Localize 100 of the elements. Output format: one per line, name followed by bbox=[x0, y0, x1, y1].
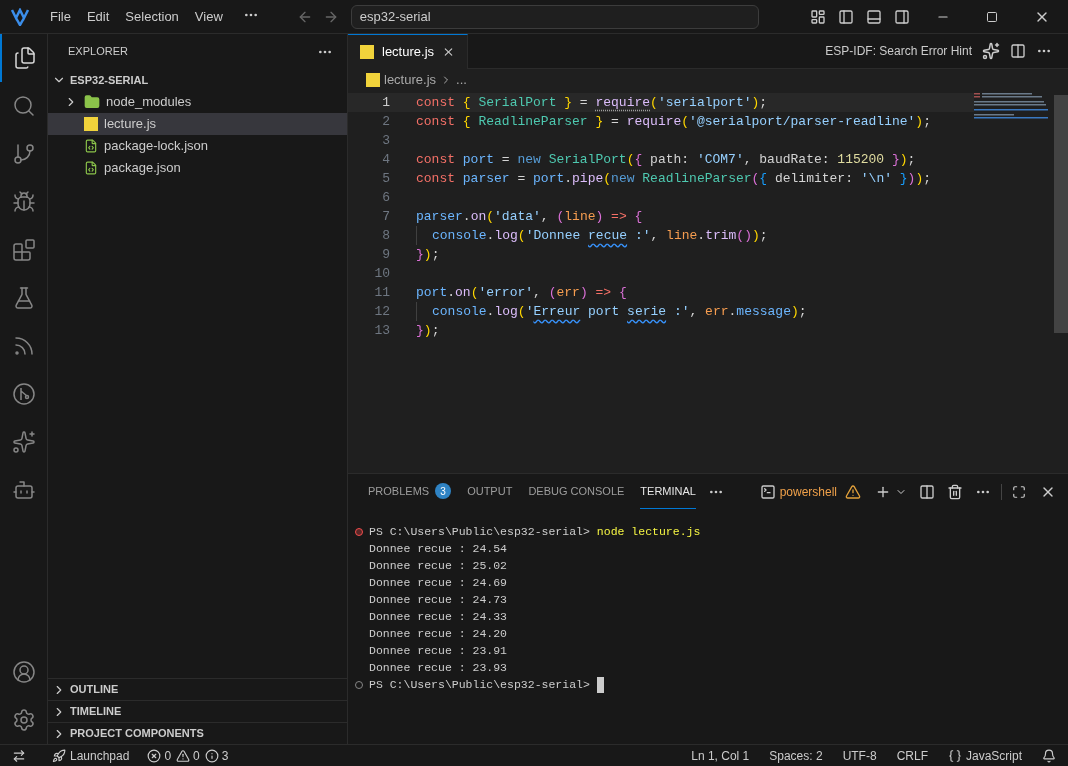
info-icon bbox=[204, 748, 219, 763]
warning-icon bbox=[176, 748, 191, 763]
code-line: const { SerialPort } = require('serialport'); bbox=[416, 94, 768, 112]
sidebar-toggle-icon[interactable] bbox=[838, 8, 854, 25]
line-number: 5 bbox=[381, 170, 390, 188]
code-line: const { ReadlineParser } = require('@serialport/parser-readline'); bbox=[416, 113, 931, 131]
launchpad-item[interactable]: Launchpad bbox=[52, 746, 130, 765]
file-tree-item[interactable]: package-lock.json bbox=[48, 135, 347, 157]
terminal-output-line: Donnee recue : 24.73 bbox=[368, 592, 509, 608]
action-link[interactable]: ESP-IDF: Search Error Hint bbox=[825, 42, 972, 60]
section-header[interactable]: TIMELINE bbox=[48, 700, 347, 722]
file-tree-item[interactable]: node_modules bbox=[48, 91, 347, 113]
js-file-icon bbox=[366, 73, 380, 87]
code-line: const parser = port.pipe(new ReadlineParser({ delimiter: '\n' })); bbox=[416, 170, 932, 188]
json-file-icon bbox=[84, 161, 98, 175]
warning-icon[interactable] bbox=[845, 483, 861, 500]
panel-toggle-icon[interactable] bbox=[866, 8, 882, 25]
line-number: 6 bbox=[381, 189, 390, 207]
code-line: parser.on('data', (line) => { bbox=[416, 208, 643, 226]
sidebar-title: EXPLORER bbox=[68, 44, 128, 60]
line-number: 9 bbox=[381, 246, 390, 264]
sparkles-icon[interactable] bbox=[982, 42, 1000, 60]
folder-header[interactable]: ESP32-SERIAL bbox=[48, 69, 347, 91]
terminal-output-line: Donnee recue : 23.93 bbox=[368, 660, 509, 676]
branch-icon bbox=[11, 142, 36, 166]
panel-tab[interactable]: DEBUG CONSOLE bbox=[528, 474, 625, 509]
search-icon bbox=[11, 94, 36, 118]
line-number: 13 bbox=[373, 322, 390, 340]
terminal-output-line: Donnee recue : 23.91 bbox=[368, 643, 509, 659]
section-header[interactable]: OUTLINE bbox=[48, 678, 347, 700]
terminal-output-line: Donnee recue : 24.69 bbox=[368, 575, 509, 591]
panel-tab[interactable]: OUTPUT bbox=[467, 474, 513, 509]
line-number: 2 bbox=[381, 113, 390, 131]
status-item[interactable]: CRLF bbox=[896, 746, 928, 765]
editor-tab[interactable]: lecture.js bbox=[348, 34, 468, 69]
bell-icon[interactable] bbox=[1042, 748, 1056, 763]
menu-item[interactable]: View bbox=[186, 6, 231, 27]
menu-item[interactable]: Edit bbox=[78, 6, 118, 27]
menu-item[interactable]: File bbox=[42, 6, 79, 27]
code-line: console.log('Donnee recue :', line.trim()); bbox=[416, 226, 768, 245]
terminal-name[interactable]: powershell bbox=[779, 482, 837, 501]
panel-tab[interactable]: PROBLEMS 3 bbox=[368, 474, 452, 509]
problems-item[interactable]: 0 0 3 bbox=[147, 746, 229, 765]
code-line: const port = new SerialPort({ path: 'COM7', baudRate: 115200 }); bbox=[416, 151, 916, 169]
panel-tab[interactable]: TERMINAL bbox=[640, 474, 696, 509]
line-number: 8 bbox=[381, 227, 390, 245]
line-number: 3 bbox=[381, 132, 390, 150]
remote-icon[interactable] bbox=[12, 748, 26, 763]
count-badge: 3 bbox=[435, 483, 452, 499]
maximize-panel-icon[interactable] bbox=[1012, 484, 1026, 499]
terminal-output-line: Donnee recue : 25.02 bbox=[368, 558, 509, 574]
terminal-command: node lecture.js bbox=[596, 524, 701, 540]
line-number: 11 bbox=[373, 284, 390, 302]
split-editor-icon[interactable] bbox=[1010, 43, 1026, 59]
menu-item[interactable]: Selection bbox=[117, 6, 187, 27]
blocks-icon bbox=[11, 238, 36, 262]
terminal-output-line: Donnee recue : 24.54 bbox=[368, 541, 509, 557]
robot-icon bbox=[11, 478, 36, 502]
file-tree-item[interactable]: package.json bbox=[48, 157, 347, 179]
terminal-prompt: PS C:\Users\Public\esp32-serial> bbox=[369, 677, 590, 693]
error-icon bbox=[147, 748, 162, 763]
sparkles-icon bbox=[11, 430, 36, 454]
files-icon bbox=[12, 46, 37, 70]
layout-icon[interactable] bbox=[810, 8, 826, 25]
rocket-icon bbox=[52, 748, 66, 763]
bug-icon bbox=[11, 190, 36, 214]
settings-icon[interactable] bbox=[11, 708, 36, 732]
js-file-icon bbox=[84, 117, 98, 131]
language-item[interactable]: JavaScript bbox=[947, 746, 1022, 765]
terminal-output-line: Donnee recue : 24.33 bbox=[368, 609, 509, 625]
code-line: port.on('error', (err) => { bbox=[416, 284, 627, 302]
js-file-icon bbox=[360, 45, 374, 59]
maximize-icon[interactable] bbox=[986, 10, 998, 23]
close-icon[interactable] bbox=[442, 45, 455, 59]
breadcrumb-item[interactable]: ... bbox=[456, 70, 467, 90]
terminal-icon[interactable] bbox=[759, 483, 776, 500]
braces-icon bbox=[947, 748, 962, 763]
line-number: 12 bbox=[373, 303, 390, 321]
code-line: }); bbox=[416, 246, 440, 264]
line-number: 4 bbox=[381, 151, 390, 169]
terminal-output-line: Donnee recue : 24.20 bbox=[368, 626, 509, 642]
trash-icon[interactable] bbox=[947, 483, 963, 500]
line-number: 1 bbox=[381, 94, 390, 112]
line-number: 7 bbox=[381, 208, 390, 226]
code-line: console.log('Erreur port serie :', err.message); bbox=[416, 302, 807, 321]
status-item[interactable]: Spaces: 2 bbox=[769, 746, 823, 765]
secondary-sidebar-icon[interactable] bbox=[894, 8, 910, 25]
terminal-prompt: PS C:\Users\Public\esp32-serial> bbox=[369, 524, 590, 540]
status-item[interactable]: UTF-8 bbox=[842, 746, 877, 765]
status-item[interactable]: Ln 1, Col 1 bbox=[691, 746, 750, 765]
code-line: }); bbox=[416, 322, 440, 340]
line-number: 10 bbox=[373, 265, 390, 283]
file-tree-item[interactable]: lecture.js bbox=[48, 113, 347, 135]
breadcrumb-item[interactable]: lecture.js bbox=[384, 70, 437, 90]
json-file-icon bbox=[84, 139, 98, 153]
command-search-field[interactable]: esp32-serial bbox=[350, 4, 759, 29]
app-logo-icon bbox=[10, 7, 30, 26]
account-icon[interactable] bbox=[11, 660, 36, 684]
graph-icon bbox=[11, 382, 36, 406]
split-terminal-icon[interactable] bbox=[919, 483, 935, 500]
